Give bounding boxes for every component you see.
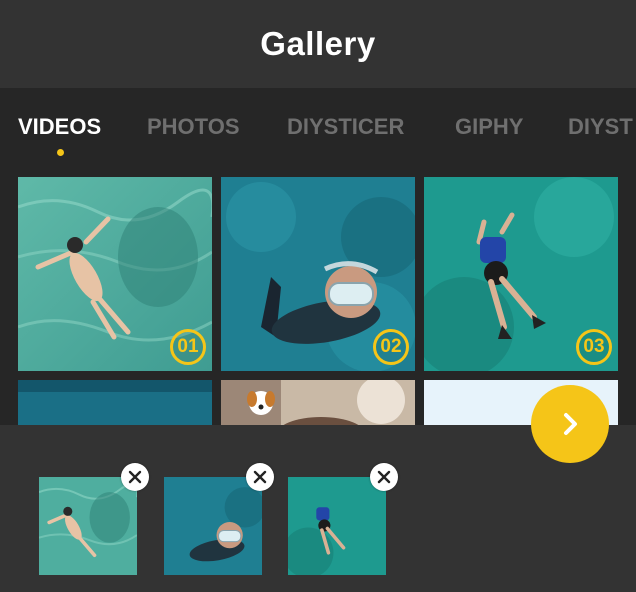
- close-icon: [377, 470, 391, 484]
- selected-item-3: [288, 463, 398, 575]
- ocean-image: [18, 380, 212, 427]
- active-tab-indicator: [57, 149, 64, 156]
- grid-item-1[interactable]: 01: [18, 177, 212, 371]
- tab-diysticer[interactable]: DIYSTICER: [287, 114, 404, 140]
- grid-item-4[interactable]: [18, 380, 212, 427]
- next-button[interactable]: [531, 385, 609, 463]
- selected-thumbnail[interactable]: [288, 477, 386, 575]
- close-icon: [253, 470, 267, 484]
- tab-giphy[interactable]: GIPHY: [455, 114, 523, 140]
- app-header: Gallery: [0, 0, 636, 88]
- tab-videos[interactable]: VIDEOS: [18, 114, 101, 140]
- grid-item-2[interactable]: 02: [221, 177, 415, 371]
- category-tabs: VIDEOS PHOTOS DIYSTICER GIPHY DIYST: [0, 96, 636, 166]
- remove-button[interactable]: [246, 463, 274, 491]
- chevron-right-icon: [564, 413, 577, 435]
- grid-item-3[interactable]: 03: [424, 177, 618, 371]
- selected-thumbnail[interactable]: [164, 477, 262, 575]
- dog-emoji-image: [221, 380, 415, 427]
- media-grid: 01 02 03: [0, 177, 636, 427]
- selection-order-badge: 02: [373, 329, 409, 365]
- grid-item-5[interactable]: [221, 380, 415, 427]
- tab-photos[interactable]: PHOTOS: [147, 114, 240, 140]
- selection-order-badge: 01: [170, 329, 206, 365]
- selected-thumbnail[interactable]: [39, 477, 137, 575]
- page-title: Gallery: [260, 25, 376, 62]
- tab-diyst[interactable]: DIYST: [568, 114, 633, 140]
- selected-item-2: [164, 463, 274, 575]
- close-icon: [128, 470, 142, 484]
- remove-button[interactable]: [121, 463, 149, 491]
- selected-item-1: [39, 463, 149, 575]
- selection-order-badge: 03: [576, 329, 612, 365]
- remove-button[interactable]: [370, 463, 398, 491]
